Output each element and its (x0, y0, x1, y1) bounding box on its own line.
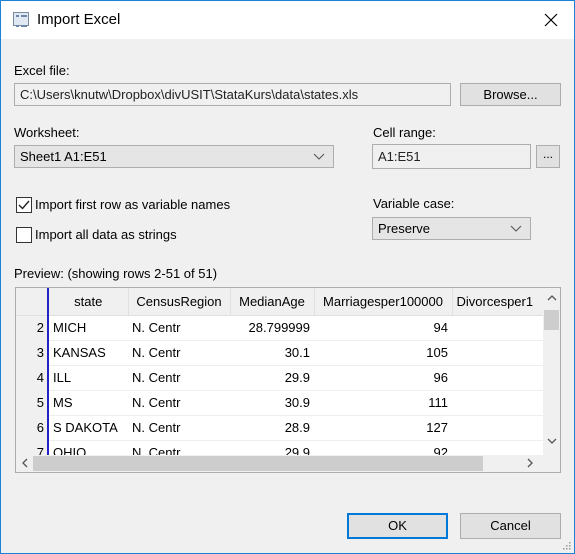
cell-median-age[interactable]: 30.1 (230, 340, 314, 366)
column-header-state[interactable]: state (48, 288, 129, 316)
preview-table: state CensusRegion MedianAge Marriagespe… (16, 288, 553, 466)
table-row[interactable]: 6S DAKOTA N. Centr 28.9 127 (16, 415, 552, 441)
first-row-names-label[interactable]: Import first row as variable names (35, 197, 230, 212)
table-form-icon (13, 12, 29, 27)
import-excel-dialog: Import Excel Excel file: C:\Users\knutw\… (0, 0, 575, 554)
cell-census-region[interactable]: N. Centr (128, 415, 230, 441)
cell-range-picker-button[interactable]: ... (536, 145, 560, 168)
cell-range-field[interactable]: A1:E51 (372, 144, 531, 169)
scrollbar-corner (543, 455, 560, 472)
cell-marriages[interactable]: 111 (314, 390, 452, 416)
cell-census-region[interactable]: N. Centr (128, 340, 230, 366)
dialog-title: Import Excel (37, 11, 121, 28)
worksheet-selected-value: Sheet1 A1:E51 (20, 149, 107, 164)
cell-row-number[interactable]: 3 (16, 340, 49, 366)
table-row[interactable]: 3 KANSAS N. Centr 30.1 105 (16, 340, 552, 366)
checkmark-icon (18, 200, 30, 210)
cell-median-age[interactable]: 30.9 (230, 390, 314, 416)
cell-state[interactable]: MS (48, 390, 128, 416)
cell-state[interactable]: MICH (48, 315, 128, 341)
cell-row-number[interactable]: 2 (16, 315, 49, 341)
cell-census-region[interactable]: N. Centr (128, 365, 230, 391)
cell-state[interactable]: S DAKOTA (48, 415, 128, 441)
cell-state[interactable]: KANSAS (48, 340, 128, 366)
variable-case-label: Variable case: (373, 196, 455, 211)
close-icon (544, 13, 558, 27)
cell-marriages[interactable]: 127 (314, 415, 452, 441)
cell-state[interactable]: ILL (48, 365, 128, 391)
table-row[interactable]: 5 MS N. Centr 30.9 111 (16, 390, 552, 416)
cell-row-number[interactable]: 5 (16, 390, 49, 416)
horizontal-scrollbar[interactable] (16, 455, 543, 472)
close-button[interactable] (528, 1, 574, 39)
browse-button[interactable]: Browse... (460, 83, 561, 106)
cell-divorces[interactable] (452, 365, 552, 391)
horizontal-scroll-thumb[interactable] (33, 456, 483, 471)
scroll-up-icon[interactable] (547, 292, 557, 304)
title-bar: Import Excel (1, 1, 574, 39)
variable-case-dropdown[interactable]: Preserve (372, 217, 531, 240)
column-header-marriages[interactable]: Marriagesper100000 (314, 288, 453, 316)
worksheet-dropdown[interactable]: Sheet1 A1:E51 (14, 145, 334, 168)
cell-marriages[interactable]: 96 (314, 365, 452, 391)
preview-label: Preview: (showing rows 2-51 of 51) (14, 266, 218, 281)
cell-marriages[interactable]: 105 (314, 340, 452, 366)
cell-divorces[interactable] (452, 390, 552, 416)
cell-row-number[interactable]: 4 (16, 365, 49, 391)
cell-census-region[interactable]: N. Centr (128, 390, 230, 416)
variable-case-selected-value: Preserve (378, 221, 431, 236)
column-header-medianage[interactable]: MedianAge (230, 288, 315, 316)
cell-row-number[interactable]: 6 (16, 415, 49, 441)
resize-grip-icon[interactable] (561, 540, 571, 550)
worksheet-label: Worksheet: (14, 125, 80, 140)
vertical-scrollbar[interactable] (543, 288, 560, 455)
cell-median-age[interactable]: 28.799999 (230, 315, 314, 341)
vertical-scroll-thumb[interactable] (544, 310, 559, 330)
header-row: state CensusRegion MedianAge Marriagespe… (16, 288, 553, 316)
column-header-rownum[interactable] (16, 288, 49, 316)
scroll-right-icon[interactable] (526, 458, 534, 470)
cancel-button[interactable]: Cancel (460, 513, 561, 539)
column-header-divorces[interactable]: Divorcesper1 (452, 288, 553, 316)
cell-median-age[interactable]: 29.9 (230, 365, 314, 391)
cell-median-age[interactable]: 28.9 (230, 415, 314, 441)
cell-marriages[interactable]: 94 (314, 315, 452, 341)
ok-button[interactable]: OK (347, 513, 448, 539)
table-row[interactable]: 4 ILL N. Centr 29.9 96 (16, 365, 552, 391)
excel-file-label: Excel file: (14, 63, 70, 78)
cell-range-label: Cell range: (373, 125, 436, 140)
cell-census-region[interactable]: N. Centr (128, 315, 230, 341)
all-strings-checkbox[interactable] (16, 227, 32, 243)
first-row-names-checkbox[interactable] (16, 197, 32, 213)
all-strings-label[interactable]: Import all data as strings (35, 227, 177, 242)
cell-divorces[interactable] (452, 340, 552, 366)
chevron-down-icon (313, 153, 325, 160)
scroll-down-icon[interactable] (547, 435, 557, 447)
excel-file-field[interactable]: C:\Users\knutw\Dropbox\divUSIT\StataKurs… (14, 83, 451, 106)
table-row[interactable]: 2 MICH N. Centr 28.799999 94 (16, 315, 552, 341)
column-header-censusregion[interactable]: CensusRegion (128, 288, 231, 316)
scroll-left-icon[interactable] (21, 458, 29, 470)
cell-divorces[interactable] (452, 415, 552, 441)
preview-grid[interactable]: state CensusRegion MedianAge Marriagespe… (15, 287, 561, 473)
cell-divorces[interactable] (452, 315, 552, 341)
chevron-down-icon (510, 225, 522, 232)
